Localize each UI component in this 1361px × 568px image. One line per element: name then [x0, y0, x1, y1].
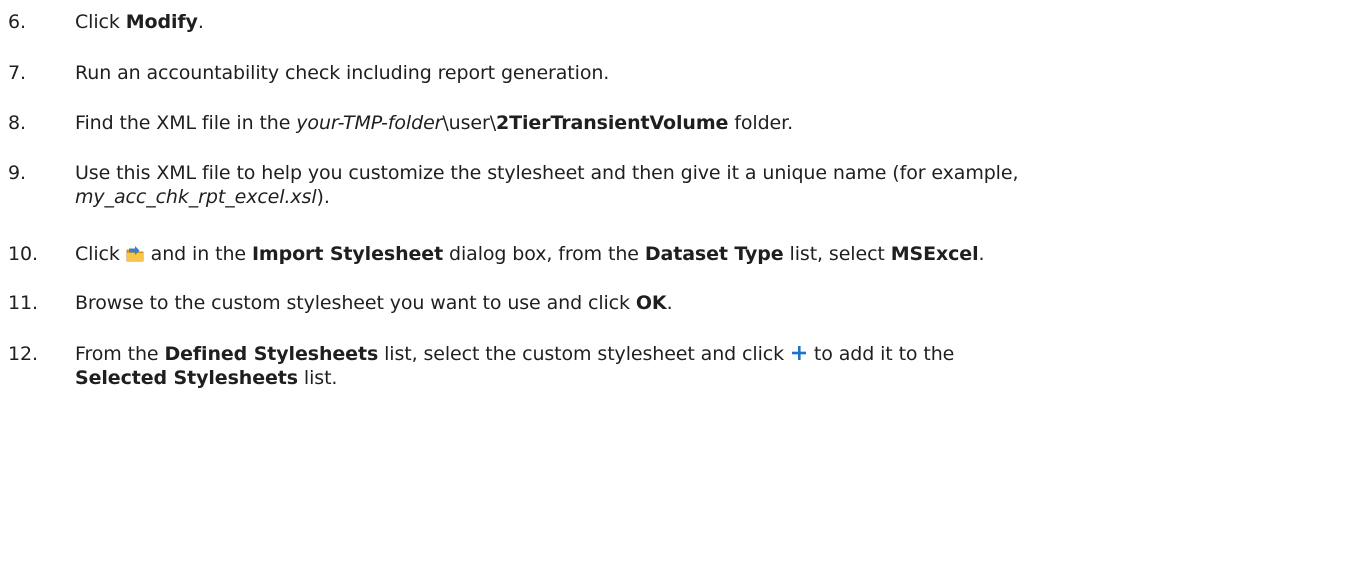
path-placeholder: your-TMP-folder: [296, 112, 443, 134]
step-text-plain: Browse to the custom stylesheet you want…: [75, 292, 636, 314]
add-plus-icon: [790, 344, 808, 362]
step-text-plain: list.: [297, 367, 338, 389]
step-number: 9.: [8, 162, 26, 184]
step-number: 12.: [8, 343, 38, 365]
step-text-plain: folder.: [728, 112, 794, 134]
step-text-plain: Use this XML file to help you customize …: [75, 162, 1019, 184]
step-text: Run an accountability check including re…: [75, 62, 610, 84]
dialog-name: Import Stylesheet: [251, 243, 444, 265]
step-text-plain: Click: [75, 11, 126, 33]
import-stylesheet-icon: [126, 245, 145, 263]
example-filename: my_acc_chk_rpt_excel.xsl: [75, 186, 317, 208]
step-text-plain: Find the XML file in the: [75, 112, 297, 134]
ui-term-modify: Modify: [125, 11, 198, 33]
step-text-plain: list, select the custom stylesheet and c…: [378, 343, 790, 365]
list-name: Dataset Type: [644, 243, 784, 265]
step-number: 11.: [8, 292, 38, 314]
step-number: 7.: [8, 62, 26, 84]
step-text: Use this XML file to help you customize …: [75, 161, 1355, 209]
list-name: Defined Stylesheets: [164, 343, 379, 365]
step-text-plain: Click: [75, 243, 126, 265]
step-text: Browse to the custom stylesheet you want…: [75, 291, 1355, 315]
step-text-plain: .: [978, 243, 985, 265]
step-text-plain: to add it to the: [807, 343, 955, 365]
folder-name: 2TierTransientVolume: [496, 112, 729, 134]
step-text-plain: ).: [316, 186, 330, 208]
step-number: 8.: [8, 112, 26, 134]
step-text-plain: dialog box, from the: [443, 243, 645, 265]
ui-term-ok: OK: [635, 292, 667, 314]
step-number: 10.: [8, 243, 38, 265]
step-text: Click and in the Import Stylesheet dialo…: [75, 242, 1355, 266]
step-text-plain: and in the: [144, 243, 252, 265]
step-text-plain: list, select: [783, 243, 891, 265]
list-name: Selected Stylesheets: [75, 367, 298, 389]
step-number: 6.: [8, 11, 26, 33]
step-text-plain: .: [197, 11, 204, 33]
step-text: From the Defined Stylesheets list, selec…: [75, 342, 1355, 390]
step-text: Click Modify.: [75, 10, 1355, 34]
step-text-plain: .: [666, 292, 673, 314]
step-text-plain: From the: [75, 343, 165, 365]
step-text: Find the XML file in the your-TMP-folder…: [75, 111, 1355, 135]
path-separator: \user\: [442, 112, 497, 134]
option-name: MSExcel: [890, 243, 979, 265]
